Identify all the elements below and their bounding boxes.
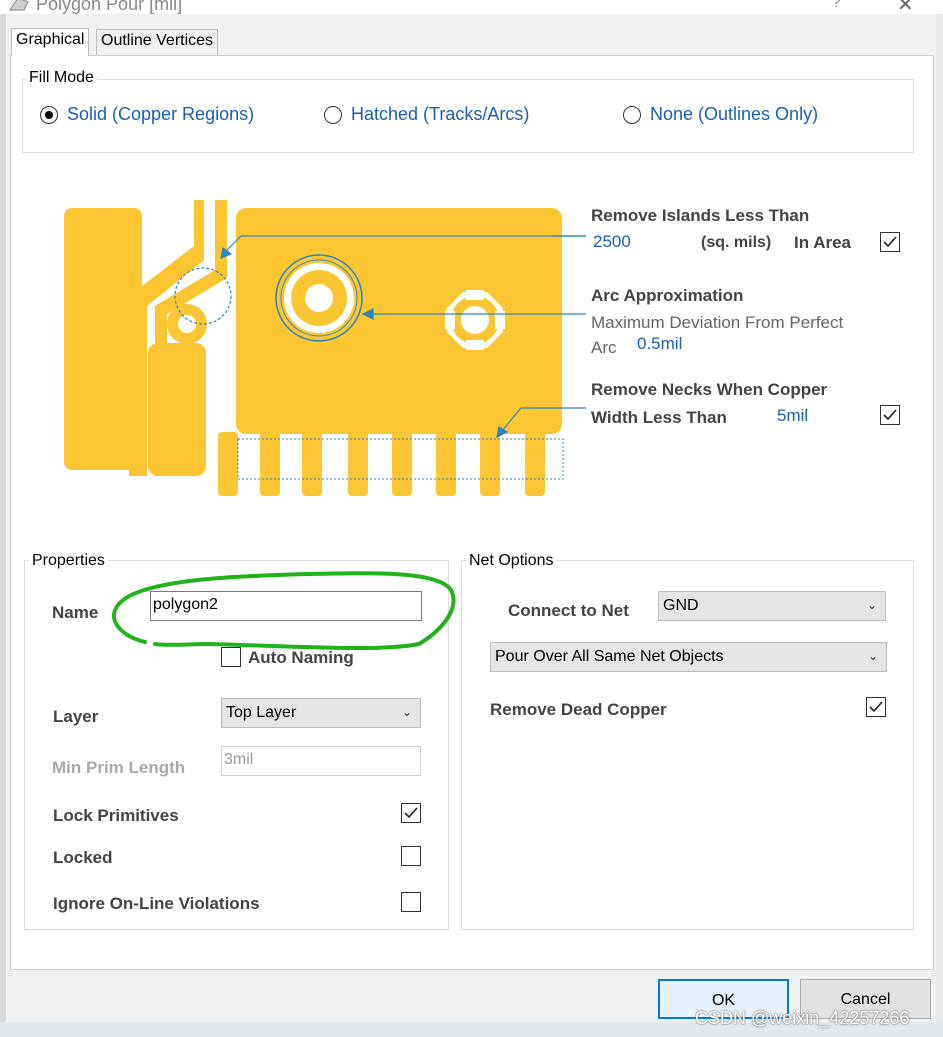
arc-approximation-desc-arc: Arc (591, 338, 617, 357)
radio-hatched-label: Hatched (Tracks/Arcs) (351, 104, 530, 124)
checkmark-icon (883, 409, 897, 421)
remove-islands-label: Remove Islands Less Than (591, 206, 810, 225)
remove-necks-checkbox[interactable] (880, 405, 900, 425)
min-prim-length-label: Min Prim Length (52, 758, 186, 777)
ignore-violations-label: Ignore On-Line Violations (53, 894, 260, 913)
radio-none[interactable]: None (Outlines Only) (623, 104, 843, 128)
remove-islands-unit: (sq. mils) (701, 234, 772, 251)
radio-hatched-indicator[interactable] (324, 106, 342, 124)
radio-none-label: None (Outlines Only) (650, 104, 819, 124)
locked-label: Locked (53, 848, 113, 867)
remove-dead-copper-label: Remove Dead Copper (490, 700, 667, 719)
auto-naming-label: Auto Naming (248, 648, 354, 667)
chevron-down-icon: ⌄ (867, 649, 878, 663)
remove-necks-label-2: Width Less Than (591, 408, 727, 427)
properties-legend: Properties (29, 552, 108, 570)
connect-to-net-label: Connect to Net (508, 601, 629, 620)
close-icon[interactable]: ✕ (897, 0, 914, 14)
remove-islands-value[interactable]: 2500 (593, 232, 631, 252)
remove-necks-label: Remove Necks When Copper (591, 380, 828, 399)
pour-over-value: Pour Over All Same Net Objects (495, 648, 724, 665)
csdn-watermark: CSDN @weixin_42257266 (695, 1008, 910, 1028)
title-bar: Polygon Pour [mil] ? ✕ (0, 0, 943, 14)
remove-dead-copper-checkbox[interactable] (866, 697, 886, 717)
net-options-legend: Net Options (466, 552, 557, 570)
locked-checkbox[interactable] (401, 846, 421, 866)
connect-to-net-select[interactable]: GND ⌄ (658, 591, 886, 621)
help-icon[interactable]: ? (832, 0, 841, 12)
checkmark-icon (883, 236, 897, 248)
radio-hatched[interactable]: Hatched (Tracks/Arcs) (324, 104, 544, 128)
arc-approximation-label: Arc Approximation (591, 286, 744, 305)
chevron-down-icon: ⌄ (401, 705, 412, 719)
chevron-down-icon: ⌄ (866, 598, 877, 612)
layer-select[interactable]: Top Layer ⌄ (221, 698, 421, 728)
arc-approximation-value[interactable]: 0.5mil (637, 334, 682, 354)
connect-to-net-value: GND (663, 597, 699, 614)
fill-mode-legend: Fill Mode (26, 69, 97, 87)
ignore-violations-checkbox[interactable] (401, 892, 421, 912)
lock-primitives-label: Lock Primitives (53, 806, 179, 825)
window-edge-right (936, 14, 943, 1024)
radio-solid-label: Solid (Copper Regions) (67, 104, 255, 124)
name-label: Name (52, 603, 99, 622)
remove-necks-value[interactable]: 5mil (777, 406, 808, 426)
checkmark-icon (404, 807, 418, 819)
polygon-pour-icon (9, 0, 29, 11)
in-area-label: In Area (794, 233, 852, 252)
tab-page-graphical: Fill Mode Solid (Copper Regions) Hatched… (10, 55, 934, 970)
window-title: Polygon Pour [mil] (36, 0, 183, 14)
polygon-pour-illustration (64, 200, 586, 496)
pour-over-select[interactable]: Pour Over All Same Net Objects ⌄ (490, 642, 887, 672)
lock-primitives-checkbox[interactable] (401, 803, 421, 823)
radio-none-indicator[interactable] (623, 106, 641, 124)
auto-naming-checkbox[interactable] (221, 647, 241, 667)
arc-approximation-desc: Maximum Deviation From Perfect (591, 313, 844, 332)
min-prim-length-input: 3mil (221, 746, 421, 776)
radio-solid[interactable]: Solid (Copper Regions) (40, 104, 260, 128)
tab-graphical[interactable]: Graphical (11, 28, 90, 56)
remove-islands-checkbox[interactable] (880, 232, 900, 252)
layer-select-value: Top Layer (226, 704, 297, 721)
radio-solid-indicator[interactable] (40, 106, 58, 124)
checkmark-icon (869, 701, 883, 713)
layer-label: Layer (53, 707, 99, 726)
window-edge-left (0, 14, 6, 1024)
green-annotation-circle (112, 571, 456, 651)
tab-outline-vertices[interactable]: Outline Vertices (96, 29, 219, 55)
